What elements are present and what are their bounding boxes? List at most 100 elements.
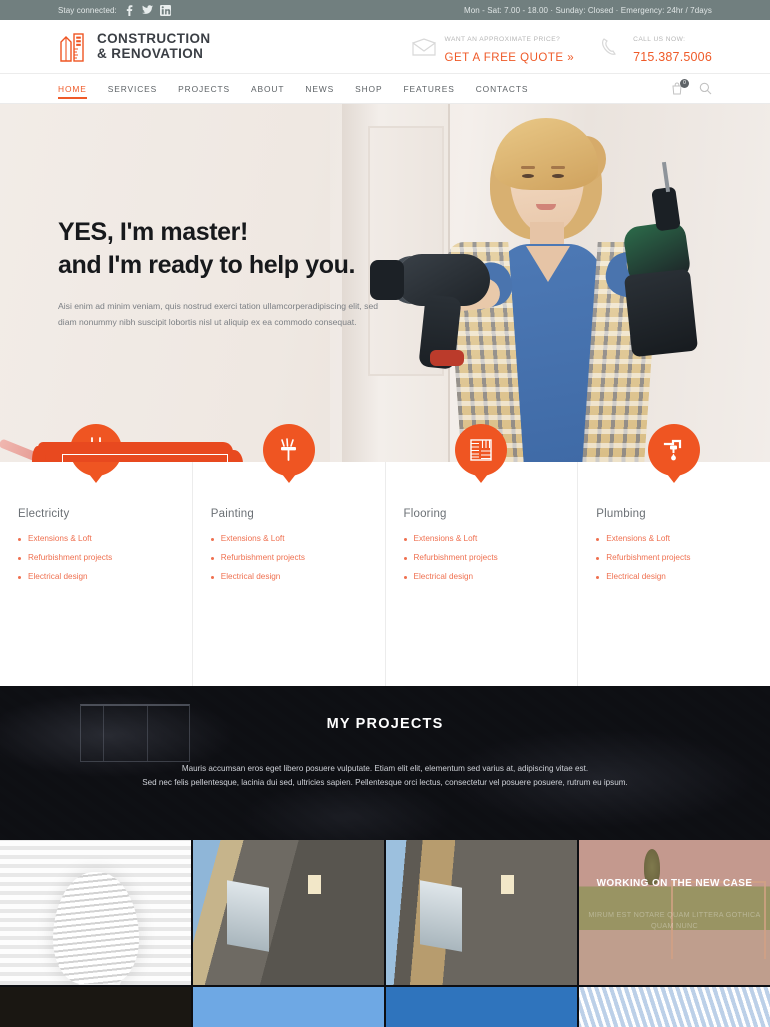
service-title: Electricity	[18, 508, 70, 520]
project-image	[386, 840, 577, 985]
nav-item-services[interactable]: SERVICES	[108, 74, 157, 103]
stay-connected-label: Stay connected:	[58, 5, 117, 15]
project-tile-terrace[interactable]: WORKING ON THE NEW CASE MIRUM EST NOTARE…	[579, 840, 770, 985]
eye-right	[552, 174, 564, 178]
project-image-detail	[579, 987, 770, 1027]
service-list-item[interactable]: Refurbishment projects	[403, 553, 560, 562]
main-navigation: HOME SERVICES PROJECTS ABOUT NEWS SHOP F…	[0, 74, 770, 104]
service-list-item[interactable]: Extensions & Loft	[596, 534, 752, 543]
project-tile-night-city[interactable]	[386, 987, 577, 1027]
hero-figure	[370, 104, 699, 462]
nav-item-about[interactable]: ABOUT	[251, 74, 284, 103]
envelope-icon	[411, 36, 436, 58]
nav-items: HOME SERVICES PROJECTS ABOUT NEWS SHOP F…	[58, 74, 528, 103]
service-list-item[interactable]: Electrical design	[210, 572, 367, 581]
projects-subtitle-line-2: Sed nec felis pellentesque, lacinia dui …	[142, 778, 628, 788]
nav-item-features[interactable]: FEATURES	[403, 74, 454, 103]
project-image	[0, 987, 191, 1027]
hero-section: YES, I'm master! and I'm ready to help y…	[0, 104, 770, 462]
services-section: Electricity Extensions & Loft Refurbishm…	[0, 424, 770, 686]
hair-top	[494, 118, 598, 190]
logo[interactable]: CONSTRUCTION & RENOVATION	[58, 31, 211, 63]
nav-tools: 0	[670, 78, 712, 96]
hero-heading-line-1: YES, I'm master!	[58, 218, 248, 246]
mouth	[536, 204, 556, 210]
cart-count-badge: 0	[680, 78, 689, 88]
service-card-plumbing: Plumbing Extensions & Loft Refurbishment…	[577, 424, 770, 686]
project-image	[193, 840, 384, 985]
facebook-icon[interactable]	[124, 4, 135, 16]
service-list-item[interactable]: Electrical design	[596, 572, 752, 581]
service-list: Extensions & Loft Refurbishment projects…	[596, 534, 752, 581]
drill-left-battery	[430, 350, 464, 366]
project-tile-spiral[interactable]	[0, 840, 191, 985]
service-card-electricity: Electricity Extensions & Loft Refurbishm…	[0, 424, 192, 686]
linkedin-icon[interactable]	[159, 4, 171, 16]
hero-heading: YES, I'm master! and I'm ready to help y…	[58, 216, 418, 281]
service-list: Extensions & Loft Refurbishment projects…	[210, 534, 367, 581]
call-us-block[interactable]: CALL US NOW: 715.387.5006	[600, 27, 712, 67]
project-tile-concrete-b[interactable]	[386, 840, 577, 985]
eyebrow-left	[521, 166, 535, 169]
flooring-tiles-icon[interactable]	[455, 424, 508, 476]
project-tile-concrete-a[interactable]	[193, 840, 384, 985]
drill-right-chuck	[651, 186, 681, 232]
project-image-detail-2	[500, 874, 514, 894]
service-list: Extensions & Loft Refurbishment projects…	[18, 534, 174, 581]
search-icon[interactable]	[698, 82, 712, 96]
service-list-item[interactable]: Refurbishment projects	[18, 553, 174, 562]
call-us-text: CALL US NOW: 715.387.5006	[633, 27, 712, 67]
eyebrow-right	[551, 166, 565, 169]
faucet-icon[interactable]	[648, 424, 701, 476]
project-tile-sublabel: MIRUM EST NOTARE QUAM LITTERA GOTHICA QU…	[588, 910, 761, 930]
service-card-flooring: Flooring Extensions & Loft Refurbishment…	[384, 424, 578, 686]
project-image	[193, 987, 384, 1027]
free-quote-link[interactable]: GET A FREE QUOTE »	[445, 52, 575, 64]
service-list-item[interactable]: Extensions & Loft	[18, 534, 174, 543]
service-list-item[interactable]: Refurbishment projects	[210, 553, 367, 562]
shopping-bag-icon[interactable]: 0	[670, 78, 689, 96]
projects-subtitle: Mauris accumsan eros eget libero posuere…	[142, 762, 627, 790]
service-list-item[interactable]: Electrical design	[403, 572, 560, 581]
nav-item-news[interactable]: NEWS	[305, 74, 334, 103]
logo-text: CONSTRUCTION & RENOVATION	[97, 32, 211, 61]
v-neckline	[526, 246, 570, 282]
project-tile-bridge[interactable]	[0, 987, 191, 1027]
phone-icon	[600, 36, 624, 58]
hero-content: YES, I'm master! and I'm ready to help y…	[0, 216, 418, 462]
service-list-item[interactable]: Extensions & Loft	[210, 534, 367, 543]
paint-roller-icon[interactable]	[262, 424, 315, 476]
nav-item-shop[interactable]: SHOP	[355, 74, 382, 103]
nav-item-contacts[interactable]: CONTACTS	[476, 74, 529, 103]
construction-logo-icon	[58, 31, 88, 63]
project-tile-curve[interactable]	[579, 987, 770, 1027]
service-title: Painting	[210, 508, 254, 520]
service-list-item[interactable]: Extensions & Loft	[403, 534, 560, 543]
service-card-painting: Painting Extensions & Loft Refurbishment…	[191, 424, 385, 686]
projects-title: MY PROJECTS	[326, 716, 444, 732]
nav-item-home[interactable]: HOME	[58, 74, 87, 103]
twitter-icon[interactable]	[141, 5, 153, 16]
project-tile-label: WORKING ON THE NEW CASE	[596, 878, 753, 889]
free-quote-caption: WANT AN APPROXIMATE PRICE?	[444, 35, 561, 43]
free-quote-block[interactable]: WANT AN APPROXIMATE PRICE? GET A FREE QU…	[411, 27, 575, 67]
projects-section-header: MY PROJECTS Mauris accumsan eros eget li…	[0, 686, 770, 840]
header-contact-area: WANT AN APPROXIMATE PRICE? GET A FREE QU…	[411, 27, 712, 67]
contact-me-button[interactable]: CONTACT ME IF YOU DARE!	[62, 454, 229, 462]
logo-line-2: & RENOVATION	[97, 45, 204, 61]
project-image-detail	[227, 879, 270, 952]
project-tile-opera[interactable]	[193, 987, 384, 1027]
projects-grid: WORKING ON THE NEW CASE MIRUM EST NOTARE…	[0, 840, 770, 1027]
service-list-item[interactable]: Refurbishment projects	[596, 553, 752, 562]
projects-background-structure	[80, 704, 190, 762]
project-image-detail-2	[307, 874, 321, 894]
service-list-item[interactable]: Electrical design	[18, 572, 174, 581]
project-image-detail	[420, 879, 463, 952]
top-bar-left: Stay connected:	[58, 4, 171, 16]
phone-number[interactable]: 715.387.5006	[633, 50, 712, 64]
service-title: Plumbing	[596, 508, 646, 520]
drill-right-battery	[623, 268, 699, 358]
hero-cta-brushstroke: CONTACT ME IF YOU DARE!	[0, 436, 250, 462]
nav-item-projects[interactable]: PROJECTS	[178, 74, 230, 103]
projects-subtitle-line-1: Mauris accumsan eros eget libero posuere…	[181, 764, 589, 773]
